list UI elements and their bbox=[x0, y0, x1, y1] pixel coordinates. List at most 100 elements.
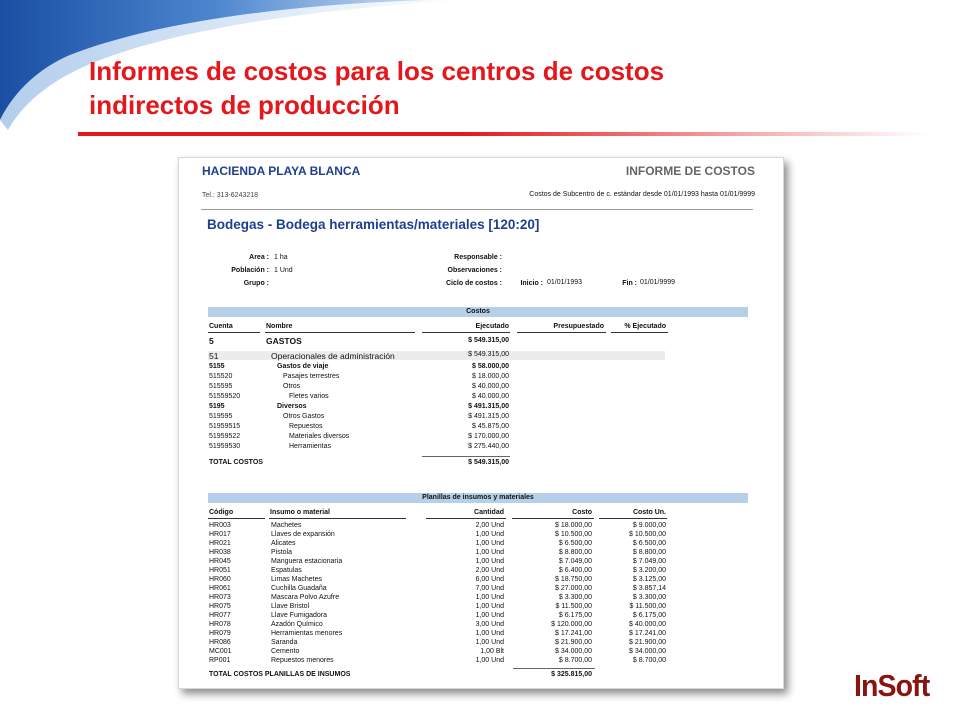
grupo-ejecutado: $ 549.315,00 bbox=[468, 351, 509, 358]
gastos-nombre: GASTOS bbox=[266, 336, 302, 346]
costos-row-nombre: Diversos bbox=[277, 403, 307, 410]
planilla-row-costo-un: $ 34.000,00 bbox=[629, 648, 666, 655]
report-date-range: Costos de Subcentro de c. estándar desde… bbox=[529, 191, 755, 198]
costos-row-cuenta: 5195 bbox=[209, 403, 225, 410]
planilla-row-costo-un: $ 8.800,00 bbox=[632, 549, 666, 556]
total-costos-value: $ 549.315,00 bbox=[468, 459, 509, 466]
planilla-row-insumo: Limas Machetes bbox=[271, 576, 322, 583]
planilla-row-cantidad: 1,00 Und bbox=[475, 531, 504, 538]
planilla-row-costo-un: $ 11.500,00 bbox=[629, 603, 666, 610]
col-costo: Costo bbox=[572, 509, 592, 516]
col-ejecutado: Ejecutado bbox=[475, 323, 509, 330]
costos-row-cuenta: 515595 bbox=[209, 383, 233, 390]
planilla-row-insumo: Herramientas menores bbox=[271, 630, 343, 637]
planilla-row-costo-un: $ 3.857,14 bbox=[632, 585, 666, 592]
planilla-row-costo-un: $ 7.049,00 bbox=[632, 558, 666, 565]
planilla-row-codigo: HR073 bbox=[209, 594, 231, 601]
company-name: HACIENDA PLAYA BLANCA bbox=[202, 164, 361, 178]
planilla-row-codigo: HR079 bbox=[209, 630, 231, 637]
planilla-row-cantidad: 1,00 Blt bbox=[480, 648, 504, 655]
planilla-row-codigo: HR086 bbox=[209, 639, 231, 646]
planilla-row-insumo: Manguera estacionaria bbox=[271, 558, 343, 565]
logo-soft: Soft bbox=[877, 668, 931, 703]
planilla-row-costo: $ 3.300,00 bbox=[558, 594, 592, 601]
planilla-row-cantidad: 1,00 Und bbox=[475, 612, 504, 619]
costos-row-nombre: Pasajes terrestres bbox=[283, 373, 340, 380]
poblacion-label: Población : bbox=[231, 267, 269, 274]
planilla-row-codigo: HR003 bbox=[209, 522, 231, 529]
costos-row-ejecutado: $ 45.875,00 bbox=[472, 423, 509, 430]
planilla-row-codigo: HR021 bbox=[209, 540, 231, 547]
planilla-row-costo-un: $ 10.500,00 bbox=[629, 531, 666, 538]
planilla-row-insumo: Cemento bbox=[271, 648, 300, 655]
observaciones-label: Observaciones : bbox=[447, 267, 502, 274]
col-presupuestado: Presupuestado bbox=[553, 323, 604, 330]
planilla-row-cantidad: 1,00 Und bbox=[475, 639, 504, 646]
planilla-row-costo-un: $ 6.175,00 bbox=[632, 612, 666, 619]
fin-label: Fin : bbox=[622, 280, 637, 287]
costos-row-ejecutado: $ 58.000,00 bbox=[472, 363, 509, 370]
planilla-row-insumo: Cuchilla Guadaña bbox=[271, 585, 327, 592]
gastos-ejecutado: $ 549.315,00 bbox=[468, 337, 509, 344]
planilla-row-costo-un: $ 40.000,00 bbox=[629, 621, 666, 628]
costos-row-cuenta: 51959530 bbox=[209, 443, 241, 450]
planilla-row-costo-un: $ 21.900,00 bbox=[629, 639, 666, 646]
area-label: Area : bbox=[249, 254, 269, 261]
costos-row-nombre: Otros bbox=[283, 383, 301, 390]
report-type: INFORME DE COSTOS bbox=[625, 164, 755, 178]
title-underline bbox=[78, 132, 928, 136]
costos-row-ejecutado: $ 40.000,00 bbox=[472, 383, 509, 390]
inicio-value: 01/01/1993 bbox=[547, 279, 583, 286]
planilla-row-codigo: RP001 bbox=[209, 657, 231, 664]
planilla-row-costo-un: $ 6.500,00 bbox=[632, 540, 666, 547]
planilla-row-cantidad: 1,00 Und bbox=[475, 558, 504, 565]
planilla-row-cantidad: 1,00 Und bbox=[475, 630, 504, 637]
planilla-row-codigo: HR061 bbox=[209, 585, 231, 592]
total-planillas-label: TOTAL COSTOS PLANILLAS DE INSUMOS bbox=[209, 671, 351, 678]
grupo-label: Grupo : bbox=[243, 280, 269, 287]
ciclo-label: Ciclo de costos : bbox=[445, 280, 502, 287]
slide-title: Informes de costos para los centros de c… bbox=[89, 54, 664, 122]
costos-row-cuenta: 51959522 bbox=[209, 433, 241, 440]
planilla-row-cantidad: 1,00 Und bbox=[475, 540, 504, 547]
responsable-label: Responsable : bbox=[454, 254, 502, 261]
costos-row-nombre: Materiales diversos bbox=[289, 433, 350, 440]
planilla-row-costo: $ 10.500,00 bbox=[555, 531, 592, 538]
underline-pct bbox=[611, 332, 668, 333]
planilla-row-costo-un: $ 17.241,00 bbox=[629, 630, 666, 637]
planilla-row-codigo: HR078 bbox=[209, 621, 231, 628]
insoft-logo: InSoft bbox=[854, 668, 931, 704]
planilla-row-costo-un: $ 3.200,00 bbox=[632, 567, 666, 574]
planilla-row-codigo: HR060 bbox=[209, 576, 231, 583]
planilla-row-insumo: Llave Fumigadora bbox=[271, 612, 328, 619]
planillas-band: Planillas de insumos y materiales bbox=[208, 493, 748, 503]
col-cuenta: Cuenta bbox=[209, 323, 233, 330]
costos-row-ejecutado: $ 491.315,00 bbox=[468, 413, 509, 420]
planilla-row-codigo: MC001 bbox=[209, 648, 232, 655]
planilla-row-costo: $ 18.000,00 bbox=[555, 522, 592, 529]
planilla-row-costo: $ 11.500,00 bbox=[555, 603, 592, 610]
planilla-row-insumo: Repuestos menores bbox=[271, 657, 334, 664]
underline-cuenta bbox=[208, 332, 260, 333]
slide-title-line2: indirectos de producción bbox=[89, 90, 400, 120]
col-codigo: Código bbox=[209, 509, 234, 516]
planilla-row-costo-un: $ 3.300,00 bbox=[632, 594, 666, 601]
poblacion-value: 1 Und bbox=[274, 267, 293, 274]
area-value: 1 ha bbox=[274, 254, 288, 261]
company-phone: Tel.: 313-6243218 bbox=[202, 192, 259, 199]
total-planillas-rule bbox=[513, 668, 595, 669]
costos-row-nombre: Gastos de viaje bbox=[277, 363, 329, 370]
planilla-row-cantidad: 2,00 Und bbox=[475, 522, 504, 529]
underline-codigo bbox=[208, 518, 265, 519]
costos-row-nombre: Otros Gastos bbox=[283, 413, 325, 420]
slide-title-line1: Informes de costos para los centros de c… bbox=[89, 56, 665, 86]
inicio-label: Inicio : bbox=[520, 280, 543, 287]
costos-row-nombre: Herramientas bbox=[289, 443, 332, 450]
planilla-row-cantidad: 1,00 Und bbox=[475, 603, 504, 610]
underline-insumo bbox=[269, 518, 406, 519]
planilla-row-insumo: Llaves de expansión bbox=[271, 531, 335, 538]
costos-row-cuenta: 51559520 bbox=[209, 393, 241, 400]
planilla-row-codigo: HR051 bbox=[209, 567, 231, 574]
cost-center-title: Bodegas - Bodega herramientas/materiales… bbox=[207, 217, 540, 232]
total-costos-label: TOTAL COSTOS bbox=[209, 459, 263, 466]
